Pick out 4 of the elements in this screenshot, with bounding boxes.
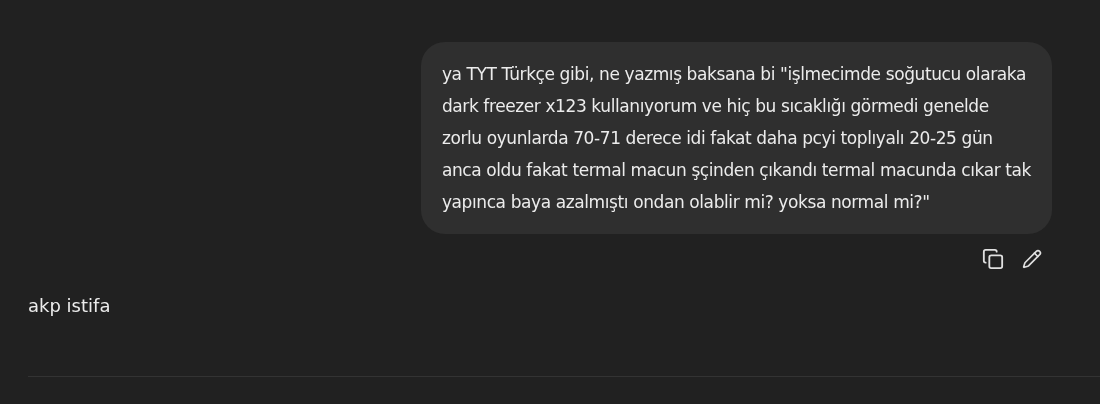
assistant-message: akp istifa bbox=[28, 294, 111, 318]
edit-icon[interactable] bbox=[1022, 248, 1042, 270]
copy-icon[interactable] bbox=[982, 248, 1004, 270]
user-message: ya TYT Türkçe gibi, ne yazmış baksana bi "işlmecimde soğutucu olaraka dark freezer x123 kullanıyorum ve hiç bu sıcaklığı görmedi genelde zorlu oyunlarda 70-71 derece idi fakat daha pcyi toplıyalı 20-25 gün anca oldu fakat termal macun şçinden çıkandı termal macunda cıkar tak yapınca baya azalmıştı ondan olablir mi? yoksa normal mi?" bbox=[420, 42, 1052, 234]
